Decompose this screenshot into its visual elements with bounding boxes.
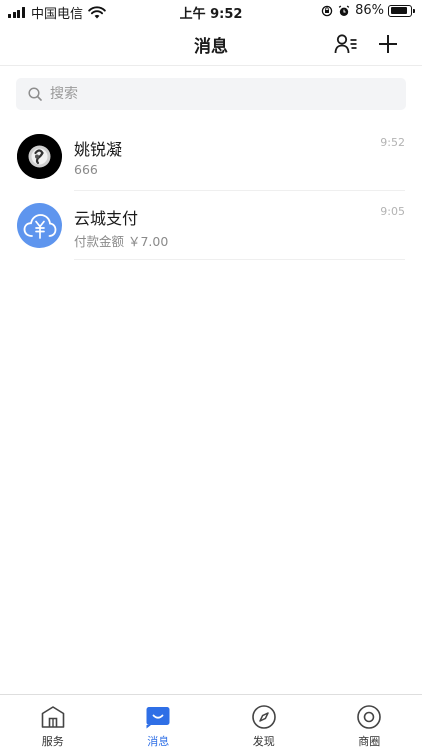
cloud-yen-icon [23, 213, 56, 239]
chat-time: 9:05 [380, 205, 405, 218]
chat-list-item[interactable]: 姚锐凝 666 9:52 [0, 122, 422, 191]
contacts-button[interactable] [333, 31, 359, 57]
chat-time: 9:52 [380, 136, 405, 149]
tab-discover[interactable]: 发现 [211, 695, 317, 750]
add-button[interactable] [375, 31, 401, 57]
chat-list-item[interactable]: 云城支付 付款金额 ￥7.00 9:05 [0, 191, 422, 260]
search-bar[interactable] [16, 78, 406, 110]
tab-label: 发现 [252, 735, 275, 748]
store-icon [40, 704, 66, 730]
chat-name: 云城支付 [74, 209, 139, 228]
battery-fill [390, 7, 407, 14]
alarm-icon [338, 5, 350, 16]
cloud-payment-icon [17, 203, 62, 248]
tab-label: 消息 [147, 735, 170, 748]
tab-label: 服务 [41, 735, 64, 748]
circle-icon [356, 704, 382, 730]
avatar-image [17, 134, 62, 179]
orientation-lock-icon [321, 5, 333, 16]
tab-messages[interactable]: 消息 [106, 695, 212, 750]
contacts-icon [334, 34, 357, 54]
divider [74, 259, 405, 260]
battery-percent: 86% [355, 3, 384, 18]
message-icon [145, 704, 171, 730]
battery-icon [388, 4, 415, 17]
tab-services[interactable]: 服务 [0, 695, 106, 750]
chat-list: 姚锐凝 666 9:52 云城支付 付款金额 ￥7.00 9:05 [0, 122, 422, 260]
nav-bar: 消息 [0, 22, 422, 66]
plus-icon [379, 35, 397, 53]
status-right: 86% [321, 3, 415, 18]
tab-business-circle[interactable]: 商圈 [317, 695, 422, 750]
status-bar: 中国电信 上午 9:52 86% [0, 0, 422, 22]
tab-label: 商圈 [358, 735, 381, 748]
tab-bar: 服务 消息 发现 商圈 [0, 694, 422, 750]
chat-preview: 666 [74, 162, 98, 177]
chat-name: 姚锐凝 [74, 140, 123, 159]
chat-preview: 付款金额 ￥7.00 [74, 234, 169, 249]
search-input[interactable] [50, 86, 370, 102]
search-icon [28, 87, 42, 101]
photo-avatar [17, 134, 62, 179]
compass-icon [251, 704, 277, 730]
